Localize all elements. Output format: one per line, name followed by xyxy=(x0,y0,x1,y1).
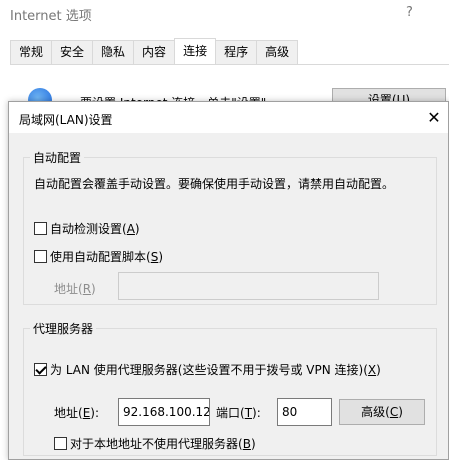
proxy-group-label: 代理服务器 xyxy=(30,320,97,337)
auto-detect-checkbox[interactable] xyxy=(34,222,47,235)
use-proxy-label: 为 LAN 使用代理服务器(这些设置不用于拨号或 VPN 连接)(X) xyxy=(50,363,381,377)
tab-strip: 常规 安全 隐私 内容 连接 程序 高级 xyxy=(10,38,299,64)
close-icon[interactable]: ✕ xyxy=(423,107,445,129)
auto-detect-checkbox-row[interactable]: 自动检测设置(A) xyxy=(34,220,140,237)
script-address-label: 地址(R) xyxy=(54,282,96,296)
proxy-address-label: 地址(E): xyxy=(54,406,100,420)
lan-settings-dialog: 局域网(LAN)设置 ✕ 自动配置 自动配置会覆盖手动设置。要确保使用手动设置，… xyxy=(8,101,449,460)
tab-content[interactable]: 内容 xyxy=(133,40,176,64)
use-script-checkbox[interactable] xyxy=(34,250,47,263)
script-address-input xyxy=(118,272,379,300)
tab-security[interactable]: 安全 xyxy=(51,40,94,64)
advanced-button[interactable]: 高级(C) xyxy=(339,399,425,425)
tab-general[interactable]: 常规 xyxy=(10,40,53,64)
bypass-local-checkbox-row[interactable]: 对于本地地址不使用代理服务器(B) xyxy=(54,435,256,452)
proxy-address-input[interactable]: 92.168.100.128 xyxy=(118,398,210,426)
bypass-local-label: 对于本地地址不使用代理服务器(B) xyxy=(70,437,256,451)
auto-config-label: 自动配置 xyxy=(30,149,85,166)
tab-connections[interactable]: 连接 xyxy=(174,38,217,64)
dialog-title: 局域网(LAN)设置 xyxy=(19,113,113,127)
tab-advanced[interactable]: 高级 xyxy=(256,40,299,64)
use-proxy-checkbox[interactable] xyxy=(34,363,47,376)
tab-privacy[interactable]: 隐私 xyxy=(92,40,135,64)
bypass-local-checkbox[interactable] xyxy=(54,437,67,450)
proxy-port-input[interactable]: 80 xyxy=(277,398,332,426)
auto-detect-label: 自动检测设置(A) xyxy=(50,222,140,236)
proxy-port-label: 端口(T): xyxy=(216,406,261,420)
use-proxy-checkbox-row[interactable]: 为 LAN 使用代理服务器(这些设置不用于拨号或 VPN 连接)(X) xyxy=(34,361,381,378)
help-icon[interactable]: ? xyxy=(406,5,413,20)
auto-config-description: 自动配置会覆盖手动设置。要确保使用手动设置，请禁用自动配置。 xyxy=(34,177,395,191)
use-script-checkbox-row[interactable]: 使用自动配置脚本(S) xyxy=(34,248,163,265)
window-title: Internet 选项 xyxy=(10,9,92,24)
use-script-label: 使用自动配置脚本(S) xyxy=(50,250,164,264)
tab-programs[interactable]: 程序 xyxy=(215,40,258,64)
dialog-titlebar: 局域网(LAN)设置 ✕ xyxy=(9,102,448,133)
